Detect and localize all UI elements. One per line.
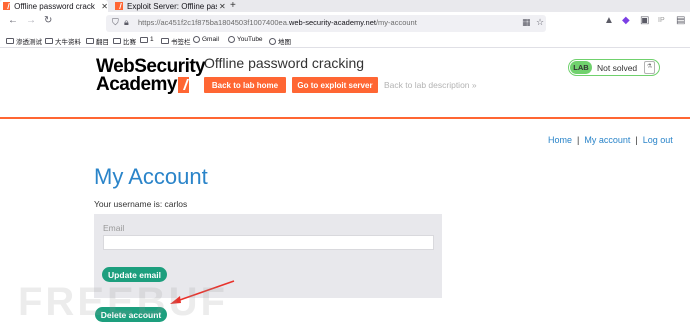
shield-icon[interactable]: ⛉ (112, 17, 119, 28)
lock-icon[interactable]: 🔒︎ (124, 17, 129, 28)
folder-icon (45, 38, 53, 44)
bookmark-label: 地图 (278, 39, 291, 46)
globe-icon (228, 36, 235, 43)
username-text: Your username is: carlos (94, 199, 188, 209)
extension-puzzle-icon[interactable]: ◆ (622, 15, 630, 26)
log-out-link[interactable]: Log out (643, 135, 673, 145)
my-account-link[interactable]: My account (584, 135, 630, 145)
lab-status-badge: LAB (570, 61, 592, 74)
lab-title: Offline password cracking (204, 55, 365, 71)
email-label: Email (103, 223, 125, 233)
extension-badge-icon[interactable]: ▣ (640, 15, 649, 26)
header-divider (0, 117, 690, 119)
tab-exploit-server[interactable]: Exploit Server: Offline passw ✕ (112, 0, 226, 12)
tab-label: Offline password cracking (14, 1, 95, 11)
bookmark-folder[interactable]: 1 (140, 36, 154, 43)
bookmark-folder[interactable]: 比赛 (113, 36, 136, 46)
bookmark-label: 1 (150, 36, 154, 43)
folder-icon (113, 38, 121, 44)
extension-menu-icon[interactable]: ▤ (676, 15, 685, 26)
account-nav: Home | My account | Log out (548, 135, 673, 145)
lightning-bolt-icon (178, 77, 189, 93)
bookmark-label: YouTube (237, 36, 263, 43)
bookmark-label: 书签栏 (171, 39, 191, 46)
folder-icon (6, 38, 14, 44)
bookmark-folder[interactable]: 渗透测试 (6, 36, 42, 46)
bookmark-folder[interactable]: 翻目 (86, 36, 109, 46)
bookmark-folder[interactable]: 大牛资料 (45, 36, 81, 46)
bookmark-label: 渗透测试 (16, 39, 42, 46)
portswigger-favicon-icon (115, 2, 123, 10)
portswigger-favicon-icon (3, 2, 11, 10)
bookmark-star-icon[interactable]: ☆ (536, 17, 544, 28)
back-to-lab-description-link[interactable]: Back to lab description » (384, 80, 477, 90)
url-prefix: https://ac451f2c1f875ba1804503f1007400ea… (138, 18, 289, 27)
forward-arrow-icon[interactable]: → (26, 15, 36, 26)
nav-separator: | (577, 135, 580, 145)
url-path: /my-account (375, 18, 417, 27)
bookmark-label: Gmail (202, 36, 219, 43)
bookmark-label: 比赛 (123, 39, 136, 46)
web-security-academy-logo[interactable]: WebSecurity Academy (96, 57, 206, 95)
url-text[interactable]: https://ac451f2c1f875ba1804503f1007400ea… (138, 18, 417, 27)
close-tab-icon[interactable]: ✕ (101, 2, 108, 11)
new-tab-button[interactable]: + (230, 0, 236, 11)
back-arrow-icon[interactable]: ← (8, 15, 18, 26)
globe-icon (269, 37, 276, 45)
tab-offline-password-cracking[interactable]: Offline password cracking ✕ (0, 0, 108, 12)
extension-hat-icon[interactable]: ▲ (604, 15, 614, 26)
folder-icon (161, 38, 169, 44)
bookmark-label: 大牛资料 (55, 39, 81, 46)
reload-icon[interactable]: ↻ (44, 15, 52, 26)
flask-icon: ⚗ (644, 61, 655, 74)
close-tab-icon[interactable]: ✕ (219, 2, 226, 11)
go-to-exploit-server-button[interactable]: Go to exploit server (292, 77, 378, 93)
globe-icon (193, 36, 200, 43)
page-title: My Account (94, 164, 208, 189)
url-domain: web-security-academy.net (288, 18, 376, 27)
logo-line-2: Academy (96, 74, 178, 95)
bookmark-folder[interactable]: 书签栏 (161, 36, 191, 46)
qr-code-icon[interactable]: ▦ (522, 17, 531, 28)
lab-status-text: Not solved (597, 63, 638, 73)
nav-separator: | (635, 135, 638, 145)
bookmark-youtube[interactable]: YouTube (228, 36, 263, 43)
bookmark-gmail[interactable]: Gmail (193, 36, 219, 43)
email-input[interactable] (103, 235, 434, 250)
folder-icon (140, 36, 148, 43)
folder-icon (86, 38, 94, 44)
proxy-ip-icon[interactable]: IP (658, 17, 665, 24)
bookmark-maps[interactable]: 地图 (269, 36, 291, 46)
back-to-lab-home-button[interactable]: Back to lab home (204, 77, 286, 93)
freebuf-watermark: FREEBUF (18, 280, 228, 324)
tab-label: Exploit Server: Offline passw (127, 1, 217, 11)
home-link[interactable]: Home (548, 135, 572, 145)
bookmark-label: 翻目 (96, 39, 109, 46)
